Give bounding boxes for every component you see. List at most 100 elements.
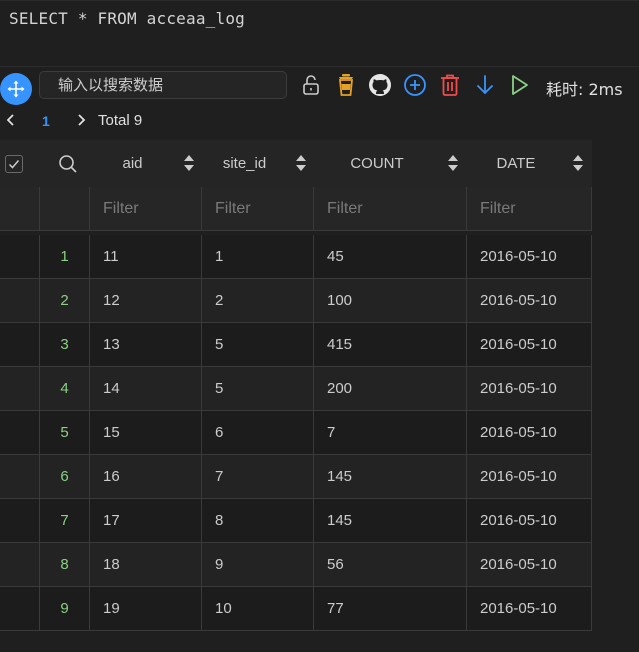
row-number: 5 [40, 411, 90, 455]
row-number: 4 [40, 367, 90, 411]
cell-site-id[interactable]: 5 [202, 323, 314, 367]
cell-aid[interactable]: 19 [90, 587, 202, 631]
coffee-icon[interactable] [333, 72, 359, 98]
github-icon[interactable] [367, 72, 393, 98]
cell-aid[interactable]: 18 [90, 543, 202, 587]
table-row[interactable]: 5 15 6 7 2016-05-10 [0, 411, 592, 455]
cell-site-id[interactable]: 8 [202, 499, 314, 543]
unlock-icon[interactable] [298, 72, 324, 98]
sort-icon[interactable] [447, 154, 459, 172]
cell-date[interactable]: 2016-05-10 [467, 411, 592, 455]
cell-date[interactable]: 2016-05-10 [467, 543, 592, 587]
row-number: 9 [40, 587, 90, 631]
table-row[interactable]: 8 18 9 56 2016-05-10 [0, 543, 592, 587]
column-header-site-id[interactable]: site_id [202, 140, 287, 187]
column-header-aid[interactable]: aid [90, 140, 175, 187]
row-select-cell[interactable] [0, 411, 40, 455]
table-row[interactable]: 1 11 1 45 2016-05-10 [0, 235, 592, 279]
select-all-checkbox[interactable] [5, 155, 23, 173]
move-icon[interactable] [0, 73, 32, 105]
search-input[interactable] [39, 71, 287, 99]
cell-site-id[interactable]: 9 [202, 543, 314, 587]
row-number: 7 [40, 499, 90, 543]
filter-row-spacer [40, 187, 90, 231]
cell-count[interactable]: 45 [314, 235, 467, 279]
column-header-date[interactable]: DATE [467, 140, 565, 187]
grid-header: aid site_id COUNT DATE [0, 140, 592, 187]
table-row[interactable]: 4 14 5 200 2016-05-10 [0, 367, 592, 411]
trash-icon[interactable] [437, 72, 463, 98]
cell-site-id[interactable]: 7 [202, 455, 314, 499]
table-row[interactable]: 2 12 2 100 2016-05-10 [0, 279, 592, 323]
row-number: 2 [40, 279, 90, 323]
row-number: 3 [40, 323, 90, 367]
row-select-cell[interactable] [0, 455, 40, 499]
cell-count[interactable]: 100 [314, 279, 467, 323]
cell-aid[interactable]: 17 [90, 499, 202, 543]
row-select-cell[interactable] [0, 543, 40, 587]
row-select-cell[interactable] [0, 323, 40, 367]
cell-aid[interactable]: 16 [90, 455, 202, 499]
editor-divider [0, 66, 639, 67]
cell-count[interactable]: 145 [314, 499, 467, 543]
run-play-icon[interactable] [506, 72, 532, 98]
cell-count[interactable]: 7 [314, 411, 467, 455]
row-select-cell[interactable] [0, 499, 40, 543]
filter-row-spacer [0, 187, 40, 231]
current-page[interactable]: 1 [42, 113, 50, 129]
chevron-left-icon[interactable] [4, 112, 16, 128]
chevron-right-icon[interactable] [76, 112, 88, 128]
cell-count[interactable]: 56 [314, 543, 467, 587]
cell-aid[interactable]: 15 [90, 411, 202, 455]
filter-input-date[interactable]: Filter [467, 187, 592, 231]
sort-icon[interactable] [295, 154, 307, 172]
cell-date[interactable]: 2016-05-10 [467, 279, 592, 323]
check-icon [8, 160, 20, 169]
table-row[interactable]: 3 13 5 415 2016-05-10 [0, 323, 592, 367]
cell-aid[interactable]: 12 [90, 279, 202, 323]
table-row[interactable]: 7 17 8 145 2016-05-10 [0, 499, 592, 543]
cell-site-id[interactable]: 10 [202, 587, 314, 631]
column-search-icon[interactable] [52, 140, 84, 187]
column-header-count[interactable]: COUNT [314, 140, 440, 187]
filter-input-site-id[interactable]: Filter [202, 187, 314, 231]
plus-circle-icon[interactable] [402, 72, 428, 98]
filter-input-count[interactable]: Filter [314, 187, 467, 231]
cell-site-id[interactable]: 1 [202, 235, 314, 279]
cell-site-id[interactable]: 2 [202, 279, 314, 323]
download-arrow-icon[interactable] [472, 72, 498, 98]
cell-date[interactable]: 2016-05-10 [467, 455, 592, 499]
filter-input-aid[interactable]: Filter [90, 187, 202, 231]
elapsed-time: 耗时: 2ms [546, 80, 623, 99]
cell-aid[interactable]: 11 [90, 235, 202, 279]
row-number: 6 [40, 455, 90, 499]
cell-date[interactable]: 2016-05-10 [467, 587, 592, 631]
row-select-cell[interactable] [0, 587, 40, 631]
cell-count[interactable]: 77 [314, 587, 467, 631]
row-select-cell[interactable] [0, 367, 40, 411]
cell-date[interactable]: 2016-05-10 [467, 499, 592, 543]
pagination: 1 Total 9 [0, 108, 639, 134]
sort-icon[interactable] [572, 154, 584, 172]
cell-count[interactable]: 415 [314, 323, 467, 367]
row-number: 8 [40, 543, 90, 587]
cell-aid[interactable]: 14 [90, 367, 202, 411]
cell-site-id[interactable]: 6 [202, 411, 314, 455]
cell-date[interactable]: 2016-05-10 [467, 235, 592, 279]
cell-date[interactable]: 2016-05-10 [467, 367, 592, 411]
row-number: 1 [40, 235, 90, 279]
top-divider [0, 0, 639, 1]
cell-count[interactable]: 200 [314, 367, 467, 411]
row-select-cell[interactable] [0, 279, 40, 323]
sql-query-text[interactable]: SELECT * FROM acceaa_log [9, 9, 245, 28]
cell-count[interactable]: 145 [314, 455, 467, 499]
row-select-cell[interactable] [0, 235, 40, 279]
sort-icon[interactable] [183, 154, 195, 172]
cell-date[interactable]: 2016-05-10 [467, 323, 592, 367]
cell-aid[interactable]: 13 [90, 323, 202, 367]
toolbar: 耗时: 2ms [0, 68, 639, 105]
filter-row: Filter Filter Filter Filter [0, 187, 592, 231]
cell-site-id[interactable]: 5 [202, 367, 314, 411]
table-row[interactable]: 9 19 10 77 2016-05-10 [0, 587, 592, 631]
table-row[interactable]: 6 16 7 145 2016-05-10 [0, 455, 592, 499]
